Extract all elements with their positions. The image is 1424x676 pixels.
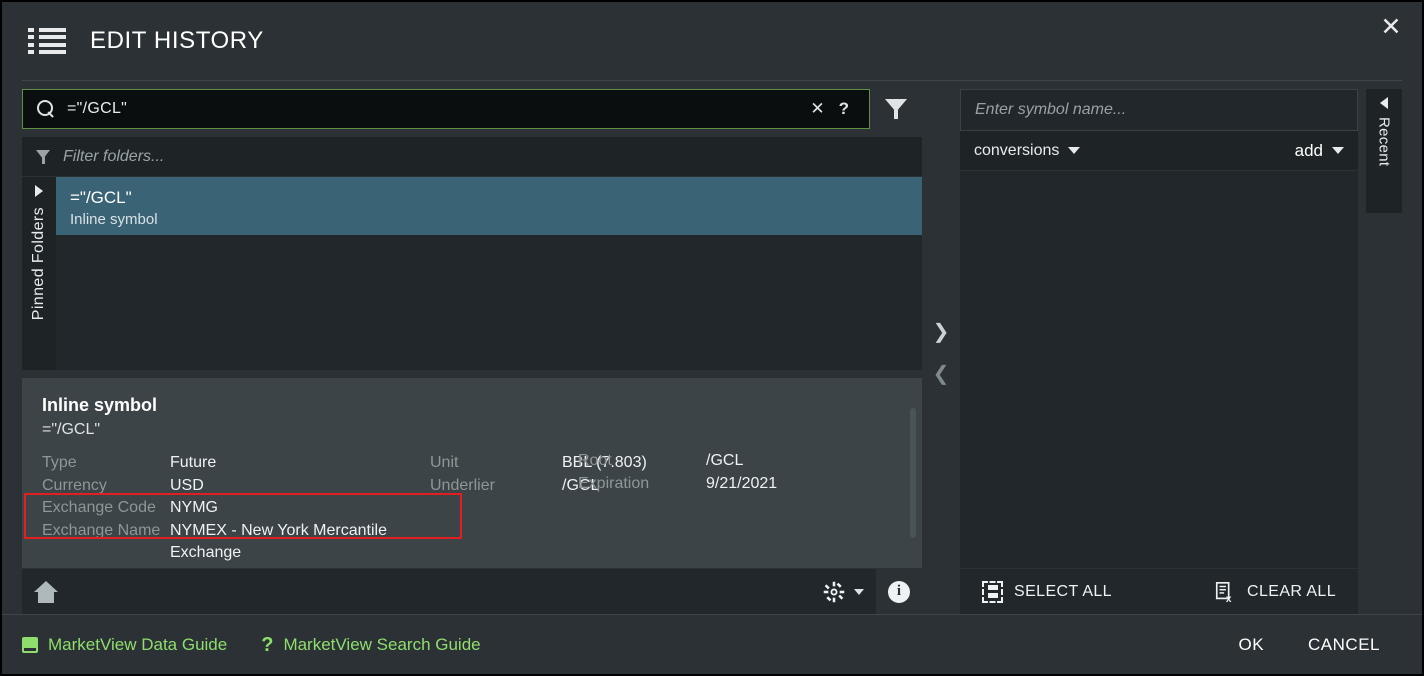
search-filter-button[interactable]: [870, 89, 922, 129]
info-icon: i: [888, 580, 910, 603]
clear-all-label: CLEAR ALL: [1247, 582, 1336, 600]
data-guide-label: MarketView Data Guide: [48, 634, 228, 654]
dialog-footer: MarketView Data Guide ? MarketView Searc…: [2, 614, 1422, 674]
search-input[interactable]: ="/GCL" ✕ ?: [22, 89, 870, 129]
book-icon: [22, 636, 38, 653]
field-value: Future: [170, 454, 217, 471]
search-guide-link[interactable]: ? MarketView Search Guide: [261, 635, 480, 655]
add-label[interactable]: add: [1295, 141, 1323, 161]
field-value-empty: [562, 520, 904, 565]
ok-button[interactable]: OK: [1238, 635, 1264, 655]
symbol-name-input[interactable]: Enter symbol name...: [960, 89, 1358, 131]
details-field-grid-right: Root /GCL Expiration 9/21/2021: [578, 450, 777, 495]
gear-icon[interactable]: [823, 581, 845, 603]
recent-tab[interactable]: Recent: [1366, 89, 1402, 213]
right-panel: Enter symbol name... conversions add SEL…: [960, 80, 1402, 614]
folder-filter-placeholder: Filter folders...: [63, 147, 165, 165]
symbol-name-placeholder: Enter symbol name...: [975, 101, 1127, 118]
divider: [22, 80, 1402, 81]
pinned-folders-tab[interactable]: Pinned Folders: [22, 177, 56, 370]
list-item-subtitle: Inline symbol: [70, 211, 158, 228]
funnel-icon: [36, 149, 51, 164]
search-icon: [37, 100, 55, 118]
home-icon[interactable]: [34, 580, 58, 603]
pinned-folders-label: Pinned Folders: [30, 207, 47, 321]
field-value: 9/21/2021: [706, 474, 778, 492]
field-label-empty: [430, 497, 562, 520]
chevron-right-icon[interactable]: ❯: [933, 321, 950, 341]
conversions-toolbar: conversions add: [960, 131, 1358, 171]
chevron-down-icon[interactable]: [1068, 147, 1081, 154]
left-toolbar-main: [22, 580, 876, 603]
chevron-left-icon: [1380, 97, 1388, 109]
details-panel: Inline symbol ="/GCL" Type Future Unit B…: [22, 378, 922, 568]
selected-symbols-list[interactable]: [960, 171, 1358, 568]
search-clear-icon[interactable]: ✕: [798, 99, 836, 119]
field-value: /GCL: [706, 452, 744, 469]
footer-actions: OK CANCEL: [1238, 635, 1402, 655]
field-value: NYMEX - New York Mercantile Exchange: [170, 521, 387, 562]
field-label: Underlier: [430, 476, 495, 494]
field-label: Root: [578, 452, 612, 469]
field-value-empty: [562, 497, 904, 520]
page-title: EDIT HISTORY: [90, 27, 264, 54]
list-item-title: ="/GCL": [70, 188, 132, 207]
right-panel-main: Enter symbol name... conversions add SEL…: [960, 89, 1358, 614]
close-icon[interactable]: ✕: [1370, 7, 1412, 45]
search-row: ="/GCL" ✕ ?: [22, 89, 922, 129]
field-label-empty: [430, 520, 562, 565]
field-label: Currency: [42, 476, 107, 494]
left-toolbar: i: [22, 568, 922, 615]
select-all-icon: [982, 580, 1003, 603]
recent-tab-label: Recent: [1375, 117, 1393, 167]
list-icon[interactable]: [28, 28, 66, 54]
chevron-down-icon[interactable]: [1332, 147, 1344, 154]
panel-splitter: ❯ ❮: [922, 80, 960, 614]
search-guide-label: MarketView Search Guide: [283, 634, 481, 654]
edit-history-dialog: EDIT HISTORY ✕ ="/GCL" ✕ ? Filter folder…: [0, 0, 1424, 676]
svg-text:x: x: [1226, 594, 1232, 603]
conversions-label[interactable]: conversions: [974, 142, 1059, 160]
field-label: Exchange Name: [42, 521, 161, 539]
cancel-button[interactable]: CANCEL: [1308, 635, 1380, 655]
select-all-button[interactable]: SELECT ALL: [982, 580, 1112, 603]
title-bar: EDIT HISTORY ✕: [2, 2, 1422, 80]
clear-all-button[interactable]: x CLEAR ALL: [1214, 581, 1336, 605]
chevron-down-icon[interactable]: [854, 588, 864, 595]
left-panel: ="/GCL" ✕ ? Filter folders... Pinned Fol…: [22, 80, 922, 615]
details-subheading: ="/GCL": [42, 421, 101, 438]
details-heading: Inline symbol: [42, 395, 158, 415]
right-panel-actions: SELECT ALL x CLEAR ALL: [960, 568, 1358, 614]
info-button[interactable]: i: [876, 568, 922, 615]
dialog-body: ="/GCL" ✕ ? Filter folders... Pinned Fol…: [2, 80, 1422, 615]
search-help-icon[interactable]: ?: [837, 99, 859, 119]
select-all-label: SELECT ALL: [1014, 582, 1112, 600]
clear-all-icon: x: [1214, 581, 1236, 605]
search-input-value: ="/GCL": [67, 100, 128, 117]
list-item[interactable]: ="/GCL" Inline symbol: [56, 177, 922, 235]
field-value: USD: [170, 476, 204, 494]
details-scrollbar[interactable]: [910, 408, 916, 538]
chevron-right-icon: [35, 185, 43, 197]
field-label: Expiration: [578, 474, 650, 492]
question-mark-icon: ?: [261, 633, 274, 656]
field-value: NYMG: [170, 499, 218, 516]
funnel-icon: [885, 99, 907, 119]
data-guide-link[interactable]: MarketView Data Guide: [22, 635, 227, 655]
results-list[interactable]: ="/GCL" Inline symbol: [56, 177, 922, 370]
chevron-left-icon[interactable]: ❮: [933, 363, 950, 383]
field-label: Exchange Code: [42, 499, 156, 516]
field-label: Type: [42, 454, 77, 471]
folder-filter-input[interactable]: Filter folders...: [22, 137, 922, 177]
left-toolbar-right: [823, 581, 864, 603]
field-label: Unit: [430, 454, 459, 471]
results-list-wrapper: Pinned Folders ="/GCL" Inline symbol: [22, 177, 922, 370]
